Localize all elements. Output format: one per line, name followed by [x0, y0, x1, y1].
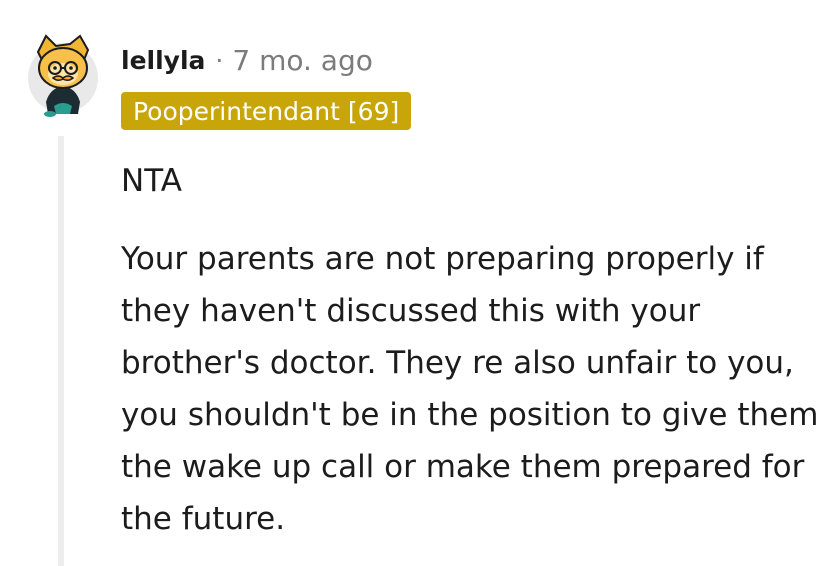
- username[interactable]: lellyla: [121, 46, 205, 75]
- thread-line[interactable]: [58, 136, 64, 566]
- snoo-avatar-icon: [28, 34, 98, 117]
- comment-paragraph: NTA: [121, 163, 182, 199]
- user-flair-label: Pooperintendant [69]: [133, 96, 400, 126]
- comment-paragraph: Your parents are not preparing properly …: [121, 241, 819, 537]
- timestamp[interactable]: 7 mo. ago: [232, 44, 373, 77]
- avatar[interactable]: [26, 30, 100, 118]
- comment-body: NTA Your parents are not preparing prope…: [121, 155, 821, 545]
- comment-meta: lellyla · 7 mo. ago: [121, 42, 373, 78]
- meta-separator: ·: [215, 45, 224, 75]
- user-flair: Pooperintendant [69]: [121, 92, 412, 130]
